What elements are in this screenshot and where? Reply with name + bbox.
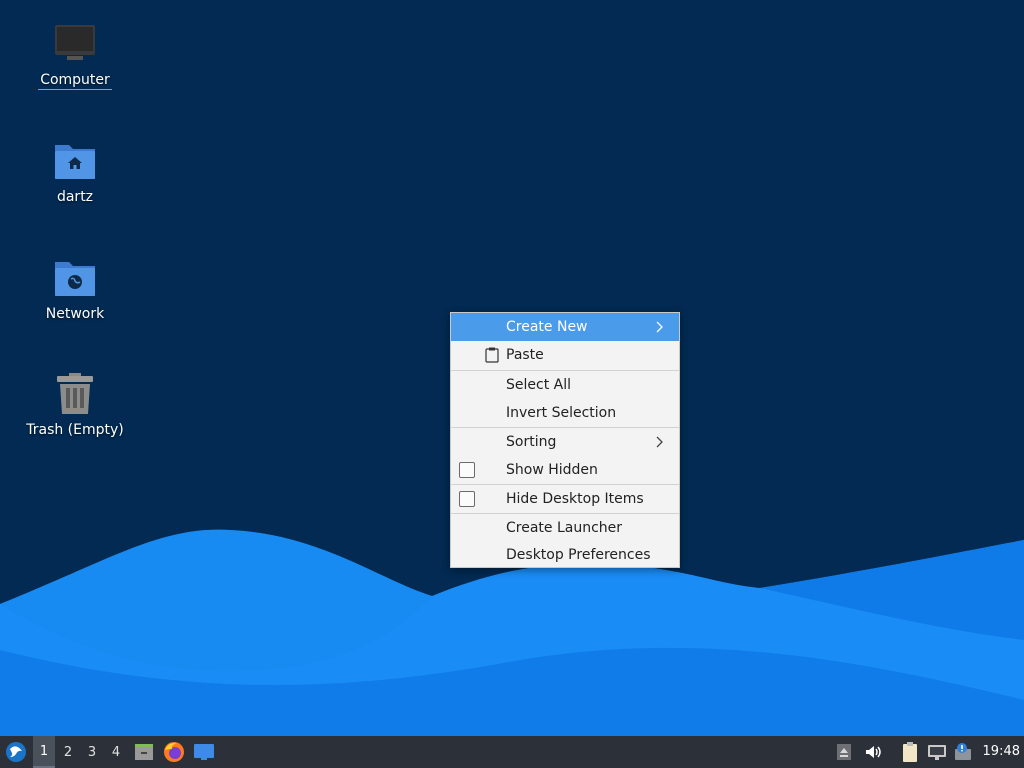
- desktop-context-menu: Create New Paste Select All Invert Selec…: [450, 312, 680, 568]
- update-notifier-button[interactable]: [952, 736, 974, 768]
- volume-icon: [866, 746, 881, 758]
- workspace-4-button[interactable]: 4: [105, 736, 127, 768]
- menu-item-select-all[interactable]: Select All: [451, 371, 679, 399]
- network-folder-icon: [55, 262, 95, 296]
- eject-icon: [837, 744, 851, 760]
- menu-item-label: Paste: [506, 347, 544, 363]
- trash-icon: [57, 373, 93, 414]
- clipboard-icon: [903, 742, 917, 762]
- lxqt-start-icon: [6, 742, 26, 762]
- desktop-icon-label: Computer: [38, 72, 112, 90]
- menu-item-label: Desktop Preferences: [506, 547, 651, 563]
- menu-item-invert-selection[interactable]: Invert Selection: [451, 399, 679, 427]
- firefox-icon: [164, 742, 184, 762]
- computer-icon: [55, 25, 95, 60]
- workspace-3-button[interactable]: 3: [81, 736, 103, 768]
- firefox-launcher[interactable]: [162, 736, 186, 768]
- menu-item-label: Show Hidden: [506, 462, 598, 478]
- home-folder-icon: [55, 145, 95, 179]
- workspace-2-button[interactable]: 2: [57, 736, 79, 768]
- desktop-icon-label: Trash (Empty): [26, 422, 124, 438]
- menu-item-label: Create New: [506, 319, 588, 335]
- taskbar: 1 2 3 4 19:48: [0, 736, 1024, 768]
- workspace-label: 3: [87, 744, 97, 760]
- menu-item-hide-desktop-items[interactable]: Hide Desktop Items: [451, 485, 679, 513]
- network-button[interactable]: [926, 736, 948, 768]
- network-icon: [928, 745, 946, 760]
- start-menu-button[interactable]: [2, 736, 30, 768]
- menu-item-label: Invert Selection: [506, 405, 617, 421]
- show-hidden-checkbox[interactable]: [459, 462, 475, 478]
- update-notifier-icon: [955, 743, 971, 760]
- desktop-icon-label: Network: [45, 306, 105, 322]
- menu-item-label: Create Launcher: [506, 520, 623, 536]
- desktop-icon-home[interactable]: dartz: [0, 139, 150, 206]
- workspace-label: 1: [39, 743, 49, 759]
- volume-button[interactable]: [862, 736, 884, 768]
- eject-button[interactable]: [834, 736, 854, 768]
- workspace-label: 4: [111, 744, 121, 760]
- workspace-label: 2: [63, 744, 73, 760]
- desktop-icon-network[interactable]: Network: [0, 256, 150, 323]
- taskbar-clock[interactable]: 19:48: [983, 736, 1020, 768]
- menu-item-desktop-preferences[interactable]: Desktop Preferences: [451, 541, 679, 569]
- clipboard-icon: [485, 347, 499, 363]
- file-manager-icon: [135, 744, 153, 760]
- desktop-icon-computer[interactable]: Computer: [0, 22, 150, 90]
- menu-item-label: Sorting: [506, 434, 557, 450]
- menu-item-label: Hide Desktop Items: [506, 491, 644, 507]
- menu-item-label: Select All: [506, 377, 571, 393]
- desktop-icon-trash[interactable]: Trash (Empty): [0, 372, 150, 439]
- clipboard-manager-button[interactable]: [898, 736, 922, 768]
- menu-item-create-launcher[interactable]: Create Launcher: [451, 514, 679, 542]
- chevron-right-icon: [656, 321, 663, 333]
- show-desktop-button[interactable]: [192, 736, 216, 768]
- menu-item-sorting[interactable]: Sorting: [451, 428, 679, 456]
- file-manager-launcher[interactable]: [132, 736, 156, 768]
- menu-item-show-hidden[interactable]: Show Hidden: [451, 456, 679, 484]
- workspace-1-button[interactable]: 1: [33, 736, 55, 768]
- menu-item-create-new[interactable]: Create New: [451, 313, 679, 341]
- desktop-icon-label: dartz: [56, 189, 94, 205]
- chevron-right-icon: [656, 436, 663, 448]
- show-desktop-icon: [194, 744, 214, 760]
- menu-item-paste[interactable]: Paste: [451, 341, 679, 369]
- hide-desktop-items-checkbox[interactable]: [459, 491, 475, 507]
